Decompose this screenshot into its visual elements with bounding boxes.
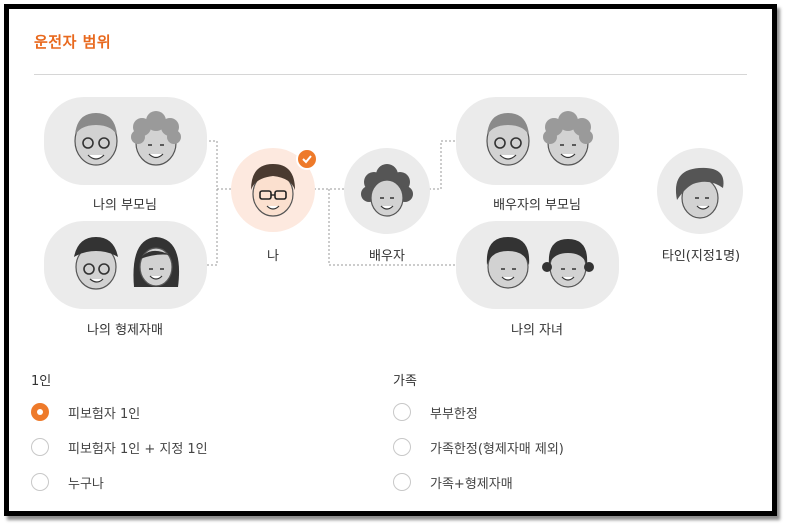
- girl-icon: [542, 239, 594, 288]
- sister-icon: [133, 237, 180, 287]
- grandma-icon: [543, 111, 593, 166]
- siblings-icon: [74, 237, 180, 290]
- children-icon: [486, 237, 594, 289]
- radio-icon[interactable]: [393, 438, 411, 456]
- group-title-single: 1인: [31, 374, 52, 389]
- node-spouse[interactable]: [344, 148, 430, 234]
- option-insured-only[interactable]: 피보험자 1인: [31, 400, 140, 424]
- node-my-siblings[interactable]: [44, 221, 207, 309]
- check-icon: [296, 148, 318, 170]
- node-spouse-parents[interactable]: [456, 97, 619, 185]
- node-my-parents[interactable]: [44, 97, 207, 185]
- driver-range-panel: 운전자 범위 나의 부모님 나의 형제자매 나 배우자 배우자의 부모님 나의 …: [4, 4, 777, 516]
- option-label: 누구나: [68, 476, 104, 492]
- option-family-plus-siblings[interactable]: 가족+형제자매: [393, 470, 513, 494]
- option-label: 피보험자 1인 + 지정 1인: [68, 441, 208, 457]
- label-spouse-parents: 배우자의 부모님: [493, 198, 581, 213]
- other-person-icon: [675, 167, 724, 219]
- boy-icon: [486, 237, 530, 289]
- grandparents-icon: [486, 111, 593, 166]
- grandparents-icon: [74, 111, 181, 166]
- radio-icon[interactable]: [31, 438, 49, 456]
- radio-icon[interactable]: [31, 473, 49, 491]
- group-title-family: 가족: [393, 374, 417, 389]
- brother-icon: [74, 237, 118, 290]
- label-my-children: 나의 자녀: [511, 323, 563, 338]
- grandpa-icon: [486, 113, 530, 166]
- option-label: 피보험자 1인: [68, 406, 141, 422]
- family-diagram: 나의 부모님 나의 형제자매 나 배우자 배우자의 부모님 나의 자녀 타인(지…: [9, 9, 772, 339]
- option-family-excl-siblings[interactable]: 가족한정(형제자매 제외): [393, 435, 564, 459]
- label-me: 나: [267, 249, 279, 264]
- label-my-parents: 나의 부모님: [93, 198, 157, 213]
- radio-selected-icon[interactable]: [31, 403, 49, 421]
- option-insured-plus-one[interactable]: 피보험자 1인 + 지정 1인: [31, 435, 208, 459]
- label-other: 타인(지정1명): [661, 249, 741, 264]
- radio-icon[interactable]: [393, 473, 411, 491]
- label-my-siblings: 나의 형제자매: [87, 323, 163, 338]
- option-label: 가족한정(형제자매 제외): [430, 441, 564, 457]
- node-my-children[interactable]: [456, 221, 619, 309]
- grandpa-icon: [74, 113, 118, 166]
- spouse-icon: [361, 164, 413, 217]
- option-anyone[interactable]: 누구나: [31, 470, 104, 494]
- node-other[interactable]: [657, 148, 743, 234]
- radio-icon[interactable]: [393, 403, 411, 421]
- option-label: 가족+형제자매: [430, 476, 513, 492]
- label-spouse: 배우자: [369, 249, 405, 264]
- option-label: 부부한정: [430, 406, 478, 422]
- option-couple-only[interactable]: 부부한정: [393, 400, 478, 424]
- grandma-icon: [131, 111, 181, 166]
